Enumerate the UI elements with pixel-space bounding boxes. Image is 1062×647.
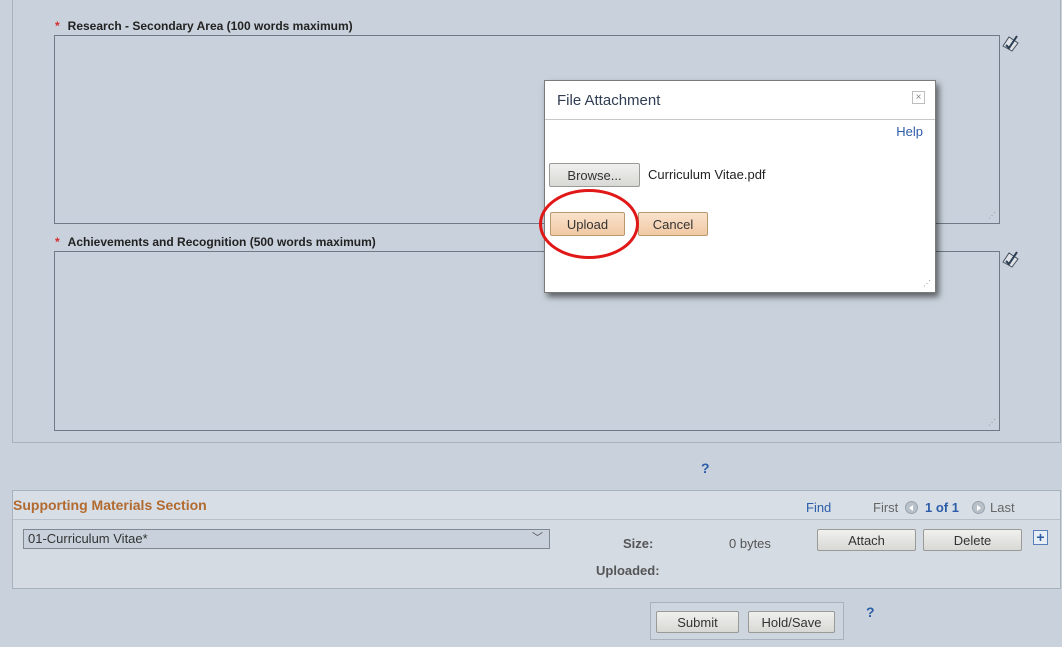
dialog-divider (545, 119, 935, 120)
resize-grip-icon[interactable]: ⋰ (988, 212, 996, 220)
upload-button[interactable]: Upload (550, 212, 625, 236)
spellcheck-icon[interactable] (1000, 249, 1022, 269)
chevron-down-icon: ﹀ (532, 532, 543, 544)
uploaded-label: Uploaded: (596, 563, 660, 578)
attach-button[interactable]: Attach (817, 529, 916, 551)
resize-grip-icon[interactable]: ⋰ (988, 419, 996, 427)
achievements-label: * Achievements and Recognition (500 words… (55, 235, 376, 249)
browse-button[interactable]: Browse... (549, 163, 640, 187)
resize-grip-icon[interactable]: ⋰ (923, 280, 931, 288)
required-marker: * (55, 235, 60, 249)
file-attachment-dialog: File Attachment × Help Browse... Curricu… (544, 80, 936, 293)
section-title: Supporting Materials Section (13, 497, 207, 513)
first-link[interactable]: First (873, 500, 898, 515)
page-indicator: 1 of 1 (925, 500, 959, 515)
last-link[interactable]: Last (990, 500, 1015, 515)
help-link[interactable]: ? (701, 460, 710, 476)
action-button-group: Submit Hold/Save (650, 602, 844, 640)
cancel-button[interactable]: Cancel (638, 212, 708, 236)
add-row-icon[interactable]: + (1033, 530, 1048, 545)
hold-save-button[interactable]: Hold/Save (748, 611, 835, 633)
next-icon[interactable] (972, 501, 985, 514)
selected-filename: Curriculum Vitae.pdf (648, 167, 766, 182)
dialog-title: File Attachment (557, 92, 661, 109)
size-label: Size: (623, 536, 654, 551)
close-icon[interactable]: × (912, 91, 925, 104)
required-marker: * (55, 19, 60, 33)
material-type-select[interactable]: 01-Curriculum Vitae* ﹀ (23, 529, 550, 549)
submit-button[interactable]: Submit (656, 611, 739, 633)
help-link[interactable]: ? (866, 604, 875, 620)
find-link[interactable]: Find (806, 500, 831, 515)
supporting-materials-section: Supporting Materials Section Find First … (12, 490, 1061, 589)
help-link[interactable]: Help (896, 124, 923, 139)
research-secondary-label: * Research - Secondary Area (100 words ma… (55, 19, 353, 33)
size-value: 0 bytes (729, 536, 771, 551)
delete-button[interactable]: Delete (923, 529, 1022, 551)
section-header: Supporting Materials Section Find First … (13, 491, 1060, 520)
previous-icon[interactable] (905, 501, 918, 514)
spellcheck-icon[interactable] (1000, 33, 1022, 53)
